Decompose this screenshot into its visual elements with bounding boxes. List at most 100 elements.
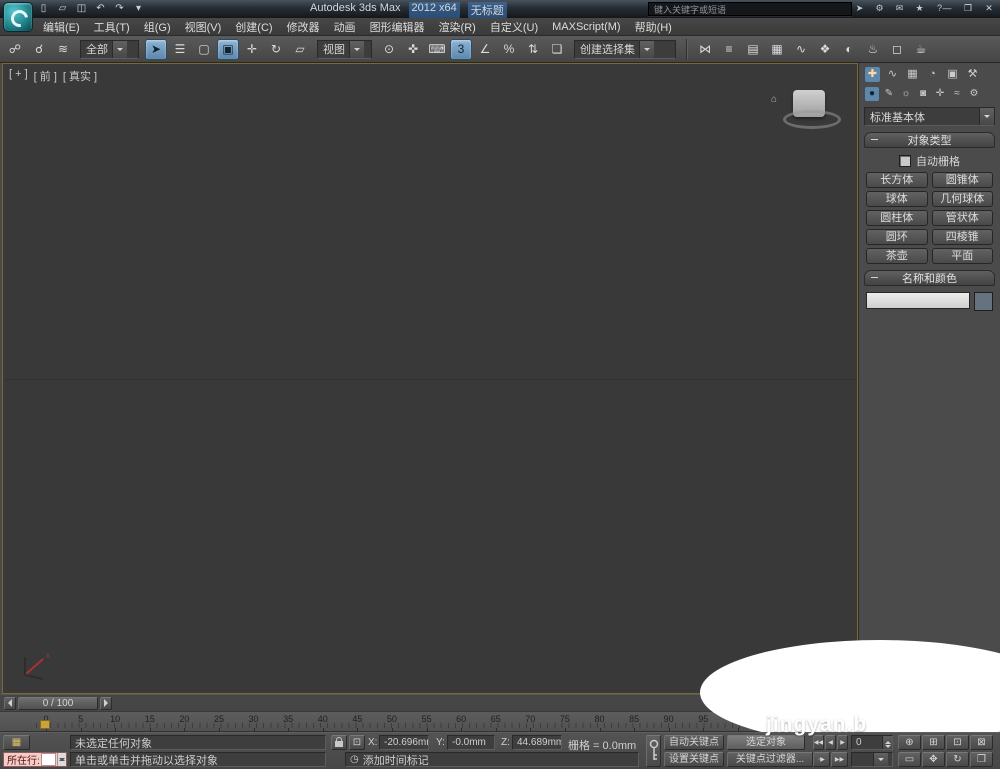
curve-editor-icon[interactable]: ∿ xyxy=(790,39,812,60)
menu-item[interactable]: 组(G) xyxy=(137,17,178,37)
edit-named-sets-icon[interactable]: ❏ xyxy=(546,39,568,60)
tab-hierarchy[interactable]: ▦ xyxy=(905,67,920,82)
category-lights[interactable]: ☼ xyxy=(899,87,913,101)
favorites-icon[interactable]: ★ xyxy=(913,2,926,15)
key-mode-icon[interactable]: ◦▶ xyxy=(813,752,830,767)
set-keys-button[interactable] xyxy=(646,735,661,767)
percent-snap-icon[interactable]: % xyxy=(498,39,520,60)
open-scene-icon[interactable]: ▱ xyxy=(55,2,70,16)
add-time-tag[interactable]: ◷ 添加时间标记 xyxy=(345,752,639,767)
category-systems[interactable]: ⚙ xyxy=(967,87,981,101)
go-to-end-icon[interactable]: ▶▶ xyxy=(831,752,848,767)
select-and-scale-icon[interactable]: ▱ xyxy=(289,39,311,60)
render-setup-icon[interactable]: ♨ xyxy=(862,39,884,60)
angle-snap-icon[interactable]: ∠ xyxy=(474,39,496,60)
close-button[interactable]: ✕ xyxy=(983,2,995,15)
mirror-icon[interactable]: ⋈ xyxy=(694,39,716,60)
object-name-input[interactable] xyxy=(866,292,970,309)
next-frame-arrow[interactable] xyxy=(100,696,112,710)
z-coord-input[interactable]: 44.689mm xyxy=(512,735,562,750)
viewport-front[interactable]: [ + ] [ 前 ] [ 真实 ] ⌂ x xyxy=(2,63,858,694)
redo-icon[interactable]: ↷ xyxy=(112,2,127,16)
primitive-button[interactable]: 四棱锥 xyxy=(931,229,993,245)
autogrid-checkbox[interactable] xyxy=(899,155,911,167)
tab-motion[interactable]: ◔ xyxy=(925,67,940,82)
tab-create[interactable]: ✚ xyxy=(865,67,880,82)
zoom-all-icon[interactable]: ⊞ xyxy=(922,735,945,750)
selection-lock-toggle[interactable] xyxy=(331,735,347,750)
category-geometry[interactable]: ● xyxy=(865,87,879,101)
bind-to-space-warp-icon[interactable]: ≋ xyxy=(52,39,74,60)
category-shapes[interactable]: ✎ xyxy=(882,87,896,101)
x-coord-input[interactable]: -20.696mm xyxy=(379,735,429,750)
primitive-button[interactable]: 茶壶 xyxy=(866,248,928,264)
menu-item[interactable]: 视图(V) xyxy=(178,17,229,37)
menu-item[interactable]: 帮助(H) xyxy=(628,17,679,37)
selection-filter-dropdown[interactable]: 全部 xyxy=(80,39,139,59)
maxscript-mini-listener[interactable]: 所在行: xyxy=(3,752,67,767)
tab-utilities[interactable]: ⚒ xyxy=(965,67,980,82)
new-scene-icon[interactable]: ▯ xyxy=(36,2,51,16)
infocenter-search-input[interactable]: 键入关键字或短语 xyxy=(648,2,852,16)
undo-icon[interactable]: ↶ xyxy=(93,2,108,16)
spinner-snap-icon[interactable]: ⇅ xyxy=(522,39,544,60)
snaps-toggle-icon[interactable]: 3 xyxy=(450,38,472,60)
tab-display[interactable]: ▣ xyxy=(945,67,960,82)
category-helpers[interactable]: ✛ xyxy=(933,87,947,101)
primitive-button[interactable]: 平面 xyxy=(931,248,993,264)
menu-item[interactable]: 自定义(U) xyxy=(483,17,545,37)
y-coord-input[interactable]: -0.0mm xyxy=(447,735,495,750)
set-key-button[interactable]: 设置关键点 xyxy=(664,752,724,767)
select-by-name-icon[interactable]: ☰ xyxy=(169,39,191,60)
schematic-view-icon[interactable]: ❖ xyxy=(814,39,836,60)
primitive-button[interactable]: 管状体 xyxy=(931,210,993,226)
orbit-icon[interactable]: ↻ xyxy=(946,752,969,767)
key-filters-button[interactable]: 关键点过滤器... xyxy=(727,752,813,767)
previous-frame-icon[interactable]: ◀ xyxy=(825,735,836,750)
zoom-icon[interactable]: ⊕ xyxy=(898,735,921,750)
current-time-input[interactable]: 0 xyxy=(851,735,893,750)
viewcube-home-icon[interactable]: ⌂ xyxy=(771,94,777,105)
menu-item[interactable]: 创建(C) xyxy=(228,17,279,37)
menu-item[interactable]: 动画 xyxy=(327,17,363,37)
viewport-menu-label[interactable]: [ + ] xyxy=(9,68,28,84)
select-and-manipulate-icon[interactable]: ✜ xyxy=(402,39,424,60)
graphite-toggle-icon[interactable]: ▦ xyxy=(766,39,788,60)
menu-item[interactable]: 渲染(R) xyxy=(432,17,483,37)
maximize-viewport-icon[interactable]: ❒ xyxy=(970,752,993,767)
communication-center-icon[interactable]: ✉ xyxy=(893,2,906,15)
reference-coordsys-dropdown[interactable]: 视图 xyxy=(317,39,372,59)
primitive-button[interactable]: 圆环 xyxy=(866,229,928,245)
tab-modify[interactable]: ∿ xyxy=(885,67,900,82)
named-selection-sets-dropdown[interactable]: 创建选择集 xyxy=(574,39,676,59)
object-class-dropdown[interactable]: 标准基本体 xyxy=(864,107,995,126)
category-cameras[interactable]: ◙ xyxy=(916,87,930,101)
3dsmax-logo-button[interactable] xyxy=(3,2,33,32)
menu-item[interactable]: 修改器 xyxy=(280,17,327,37)
absolute-mode-toggle[interactable]: ⊡ xyxy=(349,735,365,750)
select-and-link-icon[interactable]: ☍ xyxy=(4,39,26,60)
unlink-selection-icon[interactable]: ☌ xyxy=(28,39,50,60)
maxscript-listener-button[interactable]: ▦ xyxy=(3,735,30,750)
time-slider-button[interactable]: 0 / 100 xyxy=(18,696,98,710)
time-options-dropdown[interactable] xyxy=(851,752,893,767)
layer-manager-icon[interactable]: ▤ xyxy=(742,39,764,60)
listener-scroll[interactable] xyxy=(57,753,66,766)
pan-icon[interactable]: ✥ xyxy=(922,752,945,767)
rollout-object-type[interactable]: 对象类型 xyxy=(864,132,995,148)
field-of-view-icon[interactable]: ▭ xyxy=(898,752,921,767)
viewport-menu-label[interactable]: [ 前 ] xyxy=(34,68,57,84)
primitive-button[interactable]: 圆柱体 xyxy=(866,210,928,226)
use-pivot-center-icon[interactable]: ⊙ xyxy=(378,39,400,60)
material-editor-icon[interactable]: ◐ xyxy=(838,39,860,60)
key-selection-dropdown[interactable]: 选定对象 xyxy=(727,735,805,750)
menu-item[interactable]: 工具(T) xyxy=(87,17,137,37)
listener-input[interactable] xyxy=(40,753,56,766)
menu-item[interactable]: 图形编辑器 xyxy=(363,17,432,37)
auto-key-button[interactable]: 自动关键点 xyxy=(664,735,724,750)
select-and-move-icon[interactable]: ✛ xyxy=(241,39,263,60)
search-go-icon[interactable]: ➤ xyxy=(853,2,866,15)
zoom-extents-icon[interactable]: ⊡ xyxy=(946,735,969,750)
primitive-button[interactable]: 长方体 xyxy=(866,172,928,188)
select-object-icon[interactable]: ➤ xyxy=(145,38,167,60)
